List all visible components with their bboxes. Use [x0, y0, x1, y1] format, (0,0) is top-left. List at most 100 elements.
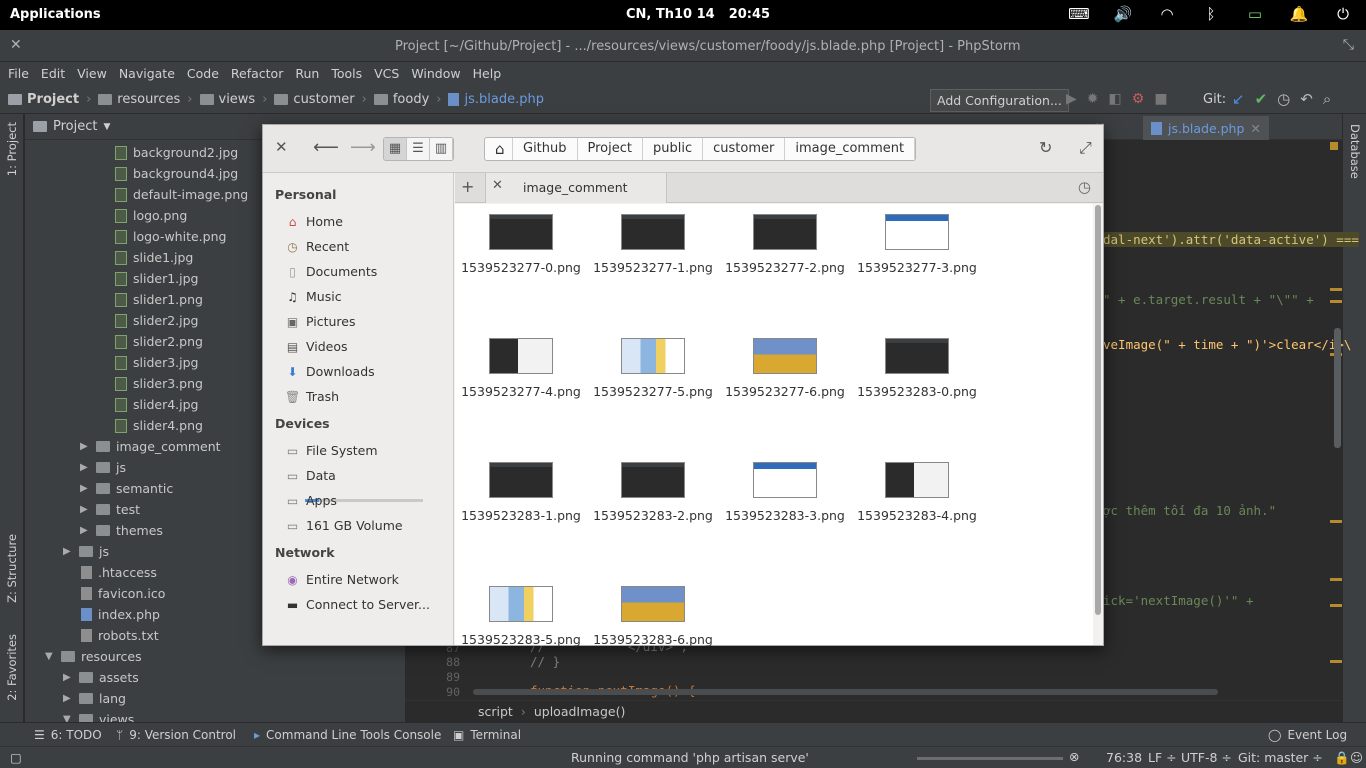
- close-tab-icon[interactable]: ✕: [492, 178, 503, 193]
- warning-marker[interactable]: [1330, 142, 1338, 150]
- sidebar-item-documents[interactable]: ▯ Documents: [285, 264, 377, 279]
- sidebar-item-entire-network[interactable]: ◉ Entire Network: [285, 572, 399, 587]
- file-item[interactable]: 1539523283-0.png: [853, 338, 981, 399]
- keyboard-icon[interactable]: ⌨: [1068, 5, 1090, 23]
- stop-icon[interactable]: ■: [1154, 91, 1167, 107]
- project-tool-button[interactable]: 1: Project: [5, 122, 19, 176]
- path-segment-image-comment[interactable]: image_comment: [785, 138, 916, 160]
- add-configuration-button[interactable]: Add Configuration...: [930, 89, 1069, 112]
- tree-row[interactable]: ▶ image_comment: [80, 436, 221, 457]
- file-item[interactable]: 1539523277-6.png: [721, 338, 849, 399]
- tree-row[interactable]: index.php: [81, 604, 160, 625]
- tree-row[interactable]: background2.jpg: [115, 142, 238, 163]
- status-message[interactable]: Running command 'php artisan serve': [571, 750, 809, 765]
- error-marker[interactable]: [1330, 604, 1342, 607]
- chevron-right-icon[interactable]: ▶: [80, 462, 90, 473]
- column-view-icon[interactable]: ▥: [430, 138, 453, 160]
- sidebar-item-apps[interactable]: ▭ Apps: [285, 493, 337, 508]
- sidebar-item-videos[interactable]: ▤ Videos: [285, 339, 348, 354]
- crumb-foody[interactable]: foody: [373, 92, 429, 107]
- reload-icon[interactable]: ↻: [1039, 138, 1052, 157]
- chevron-right-icon[interactable]: ▶: [80, 504, 90, 515]
- chevron-down-icon[interactable]: ▼: [103, 122, 110, 132]
- error-marker[interactable]: [1330, 520, 1342, 523]
- close-icon[interactable]: ✕: [275, 138, 288, 156]
- profile-icon[interactable]: ⚙: [1132, 91, 1145, 107]
- history-icon[interactable]: ◷: [1078, 178, 1091, 196]
- tree-row[interactable]: slider1.png: [115, 289, 203, 310]
- bluetooth-icon[interactable]: ᛒ: [1200, 5, 1222, 23]
- tree-row[interactable]: logo-white.png: [115, 226, 226, 247]
- chevron-right-icon[interactable]: ▶: [63, 546, 73, 557]
- sidebar-item-downloads[interactable]: ⬇ Downloads: [285, 364, 374, 379]
- event-log-tool-button[interactable]: ◯ Event Log: [1268, 728, 1347, 742]
- window-close-icon[interactable]: ✕: [10, 37, 22, 53]
- tree-row[interactable]: favicon.ico: [81, 583, 165, 604]
- back-arrow-icon[interactable]: ⟵: [313, 137, 339, 158]
- tree-row[interactable]: ▼ views: [63, 709, 134, 722]
- file-item[interactable]: 1539523277-4.png: [457, 338, 585, 399]
- vcs-commit-icon[interactable]: ✔: [1255, 90, 1268, 108]
- tree-row[interactable]: slider2.png: [115, 331, 203, 352]
- tree-row[interactable]: slider4.png: [115, 415, 203, 436]
- chevron-down-icon[interactable]: ▼: [45, 651, 55, 662]
- sidebar-item-music[interactable]: ♫ Music: [285, 289, 341, 304]
- clock[interactable]: CN, Th10 14 20:45: [626, 7, 770, 22]
- menu-edit[interactable]: Edit: [35, 62, 71, 86]
- file-item[interactable]: 1539523283-1.png: [457, 462, 585, 523]
- tree-row[interactable]: slider4.jpg: [115, 394, 199, 415]
- new-tab-icon[interactable]: +: [461, 177, 474, 196]
- menu-vcs[interactable]: VCS: [368, 62, 405, 86]
- inspector-icon[interactable]: ☺: [1350, 750, 1363, 765]
- tree-row[interactable]: ▶ lang: [63, 688, 126, 709]
- sidebar-item-home[interactable]: ⌂ Home: [285, 214, 343, 229]
- tree-row[interactable]: ▶ test: [80, 499, 140, 520]
- tree-row[interactable]: ▼ resources: [45, 646, 142, 667]
- sidebar-item-volume[interactable]: ▭ 161 GB Volume: [285, 518, 403, 533]
- run-icon[interactable]: ▶: [1066, 91, 1077, 107]
- line-separator[interactable]: LF ÷: [1148, 750, 1177, 765]
- crumb-upload-image[interactable]: uploadImage(): [534, 704, 625, 719]
- layout-toggle-icon[interactable]: ▢: [10, 750, 22, 765]
- file-item[interactable]: 1539523283-4.png: [853, 462, 981, 523]
- error-marker[interactable]: [1330, 288, 1342, 291]
- debug-icon[interactable]: ✹: [1087, 91, 1099, 107]
- git-branch[interactable]: Git: master ÷: [1238, 750, 1323, 765]
- path-segment-github[interactable]: Github: [513, 138, 578, 160]
- file-item[interactable]: 1539523277-3.png: [853, 214, 981, 275]
- menu-code[interactable]: Code: [181, 62, 225, 86]
- battery-icon[interactable]: ▭: [1244, 5, 1266, 23]
- sidebar-item-filesystem[interactable]: ▭ File System: [285, 443, 378, 458]
- chevron-right-icon[interactable]: ▶: [63, 693, 73, 704]
- lock-icon[interactable]: 🔒: [1334, 750, 1350, 766]
- file-item[interactable]: 1539523283-2.png: [589, 462, 717, 523]
- sidebar-item-recent[interactable]: ◷ Recent: [285, 239, 349, 254]
- menu-navigate[interactable]: Navigate: [113, 62, 181, 86]
- tree-row[interactable]: ▶ js: [80, 457, 126, 478]
- crumb-project[interactable]: Project: [8, 92, 79, 107]
- crumb-views[interactable]: views: [199, 92, 255, 107]
- error-marker[interactable]: [1330, 660, 1342, 663]
- error-marker[interactable]: [1330, 300, 1342, 303]
- tree-row[interactable]: ▶ assets: [63, 667, 139, 688]
- wifi-icon[interactable]: ◠: [1156, 5, 1178, 23]
- terminal-tool-button[interactable]: ▣ Terminal: [453, 728, 521, 742]
- chevron-right-icon[interactable]: ▶: [80, 483, 90, 494]
- grid-view-icon[interactable]: ▦: [384, 138, 407, 160]
- todo-tool-button[interactable]: ☰ 6: TODO: [34, 728, 102, 742]
- file-grid-scrollbar[interactable]: [1095, 205, 1101, 615]
- menu-window[interactable]: Window: [405, 62, 466, 86]
- tree-row[interactable]: robots.txt: [81, 625, 159, 646]
- forward-arrow-icon[interactable]: ⟶: [350, 137, 376, 158]
- editor-scrollbar[interactable]: [1334, 328, 1341, 448]
- caret-position[interactable]: 76:38: [1106, 750, 1142, 765]
- crumb-resources[interactable]: resources: [98, 92, 180, 107]
- tree-row[interactable]: logo.png: [115, 205, 187, 226]
- search-icon[interactable]: ⌕: [1323, 90, 1331, 108]
- sidebar-item-trash[interactable]: 🗑 Trash: [285, 389, 339, 404]
- menu-run[interactable]: Run: [289, 62, 325, 86]
- chevron-down-icon[interactable]: ▼: [63, 714, 73, 722]
- crumb-customer[interactable]: customer: [274, 92, 355, 107]
- horizontal-scrollbar[interactable]: [473, 689, 1218, 695]
- file-encoding[interactable]: UTF-8 ÷: [1181, 750, 1232, 765]
